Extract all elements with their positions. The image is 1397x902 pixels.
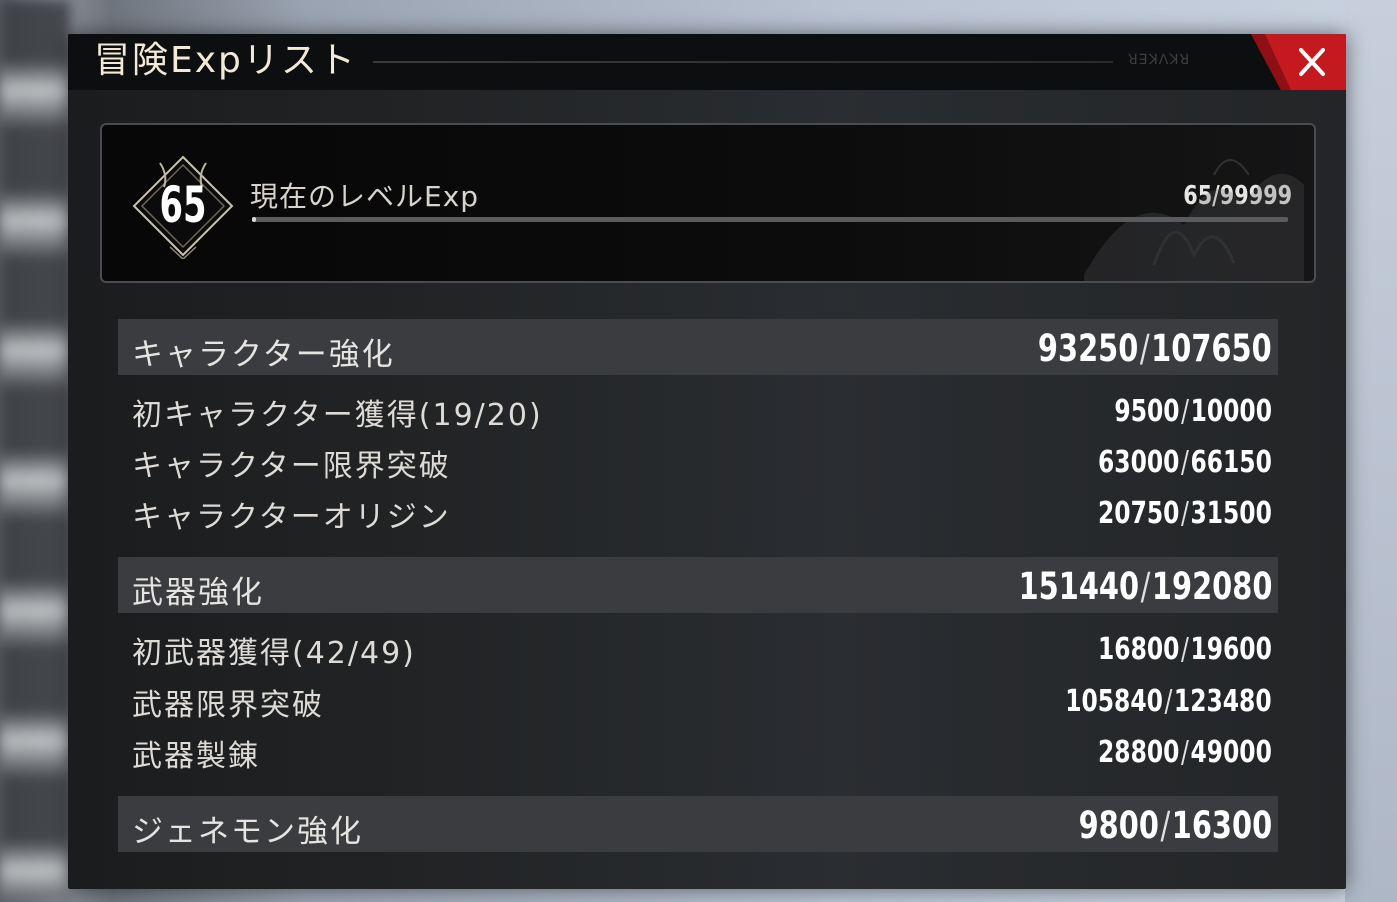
- item-value: 105840/123480: [1065, 684, 1272, 719]
- item-value: 63000/66150: [1098, 445, 1272, 480]
- item-label: 初キャラクター獲得(19/20): [132, 398, 543, 433]
- list-item: キャラクター限界突破 63000/66150: [118, 437, 1278, 484]
- title-decoration: ꓤꓱꓘꓥꓘꓤ: [1128, 52, 1191, 68]
- item-value: 16800/19600: [1098, 632, 1272, 667]
- item-label: 武器限界突破: [132, 688, 324, 723]
- list-item: 初キャラクター獲得(19/20) 9500/10000: [118, 386, 1278, 433]
- section-title: 武器強化: [132, 575, 264, 611]
- exp-list-dialog: 冒険Expリスト ꓤꓱꓘꓥꓘꓤ 65 現在のレベルExp 65/99999 キャ…: [68, 34, 1346, 889]
- level-number: 65: [159, 176, 207, 234]
- emblem-icon: [1084, 159, 1304, 281]
- list-item: キャラクターオリジン 20750/31500: [118, 488, 1278, 535]
- list-item: 武器製錬 28800/49000: [118, 727, 1278, 774]
- item-value: 28800/49000: [1098, 735, 1272, 770]
- level-exp-label: 現在のレベルExp: [250, 180, 480, 213]
- dialog-title: 冒険Expリスト: [94, 40, 357, 81]
- list-item: 初武器獲得(42/49) 16800/19600: [118, 624, 1278, 671]
- item-label: キャラクター限界突破: [132, 449, 451, 484]
- dialog-header: 冒険Expリスト ꓤꓱꓘꓥꓘꓤ: [68, 34, 1346, 90]
- list-item: 武器限界突破 105840/123480: [118, 676, 1278, 723]
- section-title: キャラクター強化: [132, 337, 395, 373]
- section-weapon-enhance: 武器強化 151440/192080: [118, 557, 1278, 613]
- item-label: 初武器獲得(42/49): [132, 636, 416, 671]
- close-button[interactable]: [1251, 34, 1346, 90]
- section-value: 151440/192080: [1018, 565, 1272, 608]
- section-value: 9800/16300: [1078, 804, 1272, 847]
- section-genemon-enhance: ジェネモン強化 9800/16300: [118, 796, 1278, 852]
- background-blur-right: [1345, 0, 1397, 902]
- background-blur-left: [0, 0, 70, 902]
- section-title: ジェネモン強化: [132, 814, 363, 850]
- title-divider: [373, 61, 1113, 63]
- item-label: 武器製錬: [132, 739, 260, 774]
- section-value: 93250/107650: [1038, 327, 1272, 370]
- item-value: 20750/31500: [1098, 496, 1272, 531]
- close-icon: [1251, 34, 1346, 90]
- current-level-card: 65 現在のレベルExp 65/99999: [100, 123, 1316, 283]
- item-value: 9500/10000: [1114, 394, 1272, 429]
- section-character-enhance: キャラクター強化 93250/107650: [118, 319, 1278, 375]
- level-progress-fill: [252, 217, 257, 222]
- item-label: キャラクターオリジン: [132, 500, 451, 535]
